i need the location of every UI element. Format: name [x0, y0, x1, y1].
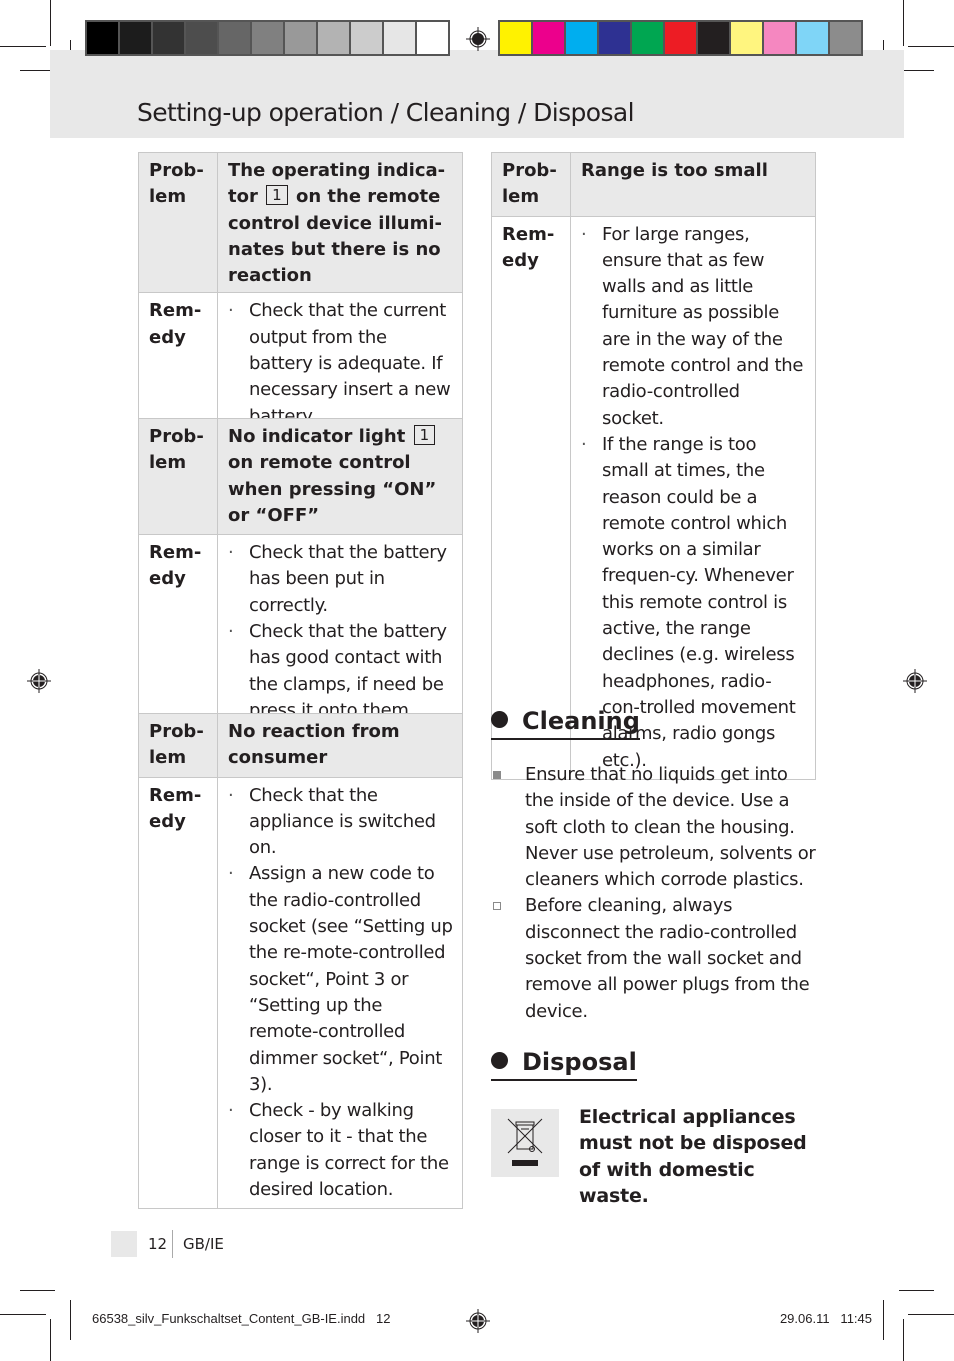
- cleaning-item: Before cleaning, always disconnect the r…: [491, 893, 821, 1024]
- gray-swatch: [417, 22, 448, 54]
- crop-mark: [908, 46, 954, 47]
- cleaning-item: Ensure that no liquids get into the insi…: [491, 762, 821, 893]
- gray-swatch: [87, 22, 118, 54]
- crossed-out-wheelie-bin-icon: [491, 1109, 559, 1177]
- color-swatch: [500, 22, 531, 54]
- remedy-description: · Check that the appliance is switched on…: [217, 776, 463, 1210]
- remedy-item: · Check that the battery has been put in …: [228, 542, 447, 616]
- problem-label: Prob-lem: [138, 417, 218, 536]
- crop-mark: [70, 1300, 71, 1340]
- remedy-item: · Check that the battery has good contact…: [228, 621, 447, 721]
- problem-row: Prob-lem No indicator light 1 on remote …: [138, 417, 463, 536]
- disposal-warning: Electrical appliances must not be dispos…: [579, 1106, 807, 1207]
- crop-mark: [20, 1290, 55, 1291]
- crop-mark: [908, 1314, 954, 1315]
- troubleshooting-table: Prob-lem The operating indica-tor 1 on t…: [138, 151, 463, 436]
- registration-mark-icon: [466, 27, 490, 51]
- gray-swatch: [252, 22, 283, 54]
- page-title: Setting-up operation / Cleaning / Dispos…: [137, 98, 635, 127]
- disposal-heading: Disposal: [491, 1045, 637, 1081]
- color-swatch: [599, 22, 630, 54]
- gray-swatch: [186, 22, 217, 54]
- troubleshooting-table: Prob-lem No indicator light 1 on remote …: [138, 417, 463, 731]
- color-swatch: [533, 22, 564, 54]
- slug-filename: 66538_silv_Funkschaltset_Content_GB-IE.i…: [92, 1311, 391, 1326]
- grayscale-calibration-bar: [85, 20, 450, 56]
- crop-mark: [903, 0, 904, 46]
- cleaning-list: Ensure that no liquids get into the insi…: [491, 762, 821, 1025]
- color-swatch: [830, 22, 861, 54]
- slug-timestamp: 29.06.11 11:45: [779, 1311, 872, 1326]
- remedy-label: Rem-edy: [491, 215, 571, 780]
- language-code: GB/IE: [183, 1235, 224, 1253]
- crop-mark: [50, 1319, 51, 1361]
- gray-swatch: [384, 22, 415, 54]
- page-number: 12: [148, 1235, 168, 1253]
- empty-square-icon: [493, 902, 501, 911]
- remedy-label: Rem-edy: [138, 292, 218, 436]
- color-calibration-bar: [498, 20, 863, 56]
- remedy-item: · Check - by walking closer to it - that …: [228, 1100, 449, 1201]
- registration-mark-icon: [466, 1309, 490, 1333]
- crop-mark: [0, 46, 46, 47]
- cleaning-heading: Cleaning: [491, 704, 640, 740]
- gray-swatch: [318, 22, 349, 54]
- footer-divider: [172, 1230, 173, 1258]
- troubleshooting-table: Prob-lem Range is too small Rem-edy · For…: [491, 152, 816, 780]
- remedy-item: · For large ranges, ensure that as few wa…: [581, 223, 804, 429]
- registration-mark-icon: [903, 669, 927, 693]
- gray-swatch: [219, 22, 250, 54]
- problem-row: Prob-lem The operating indica-tor 1 on t…: [138, 151, 463, 294]
- remedy-label: Rem-edy: [138, 776, 218, 1210]
- remedy-row: Rem-edy · Check that the battery has been…: [138, 534, 463, 731]
- gray-swatch: [351, 22, 382, 54]
- remedy-row: Rem-edy · Check that the current output f…: [138, 292, 463, 436]
- color-swatch: [764, 22, 795, 54]
- remedy-item: · Check that the current output from the …: [228, 300, 451, 427]
- gray-swatch: [120, 22, 151, 54]
- crop-mark: [883, 1300, 884, 1340]
- gray-swatch: [285, 22, 316, 54]
- problem-description: No indicator light 1 on remote control w…: [217, 417, 463, 536]
- remedy-description: · For large ranges, ensure that as few wa…: [570, 215, 816, 780]
- color-swatch: [797, 22, 828, 54]
- footer-tab: [111, 1231, 137, 1257]
- problem-row: Prob-lem No reaction from consumer: [138, 713, 463, 778]
- part-reference-badge: 1: [413, 425, 436, 445]
- problem-description: Range is too small: [570, 152, 816, 217]
- remedy-item: · Assign a new code to the radio-controll…: [228, 863, 453, 1095]
- registration-mark-icon: [27, 669, 51, 693]
- problem-label: Prob-lem: [138, 151, 218, 294]
- color-swatch: [632, 22, 663, 54]
- remedy-item: · Check that the appliance is switched on…: [228, 784, 436, 859]
- color-swatch: [731, 22, 762, 54]
- color-swatch: [665, 22, 696, 54]
- crop-mark: [899, 1290, 934, 1291]
- part-reference-badge: 1: [266, 185, 288, 206]
- remedy-label: Rem-edy: [138, 534, 218, 731]
- crop-mark: [903, 1319, 904, 1361]
- problem-description: No reaction from consumer: [217, 713, 463, 778]
- remedy-row: Rem-edy · For large ranges, ensure that a…: [491, 215, 816, 780]
- troubleshooting-table: Prob-lem No reaction from consumer Rem-e…: [138, 713, 463, 1210]
- crop-mark: [899, 70, 934, 71]
- problem-description: The operating indica-tor 1 on the remote…: [217, 151, 463, 294]
- crop-mark: [50, 0, 51, 46]
- remedy-description: · Check that the battery has been put in …: [217, 534, 463, 731]
- color-swatch: [566, 22, 597, 54]
- problem-label: Prob-lem: [138, 713, 218, 778]
- crop-mark: [0, 1314, 46, 1315]
- color-swatch: [698, 22, 729, 54]
- bullet-icon: [491, 711, 508, 728]
- bullet-icon: [491, 1052, 508, 1069]
- problem-row: Prob-lem Range is too small: [491, 152, 816, 217]
- remedy-row: Rem-edy · Check that the appliance is swi…: [138, 776, 463, 1210]
- problem-label: Prob-lem: [491, 152, 571, 217]
- remedy-description: · Check that the current output from the …: [217, 292, 463, 436]
- filled-square-icon: [493, 771, 501, 779]
- gray-swatch: [153, 22, 184, 54]
